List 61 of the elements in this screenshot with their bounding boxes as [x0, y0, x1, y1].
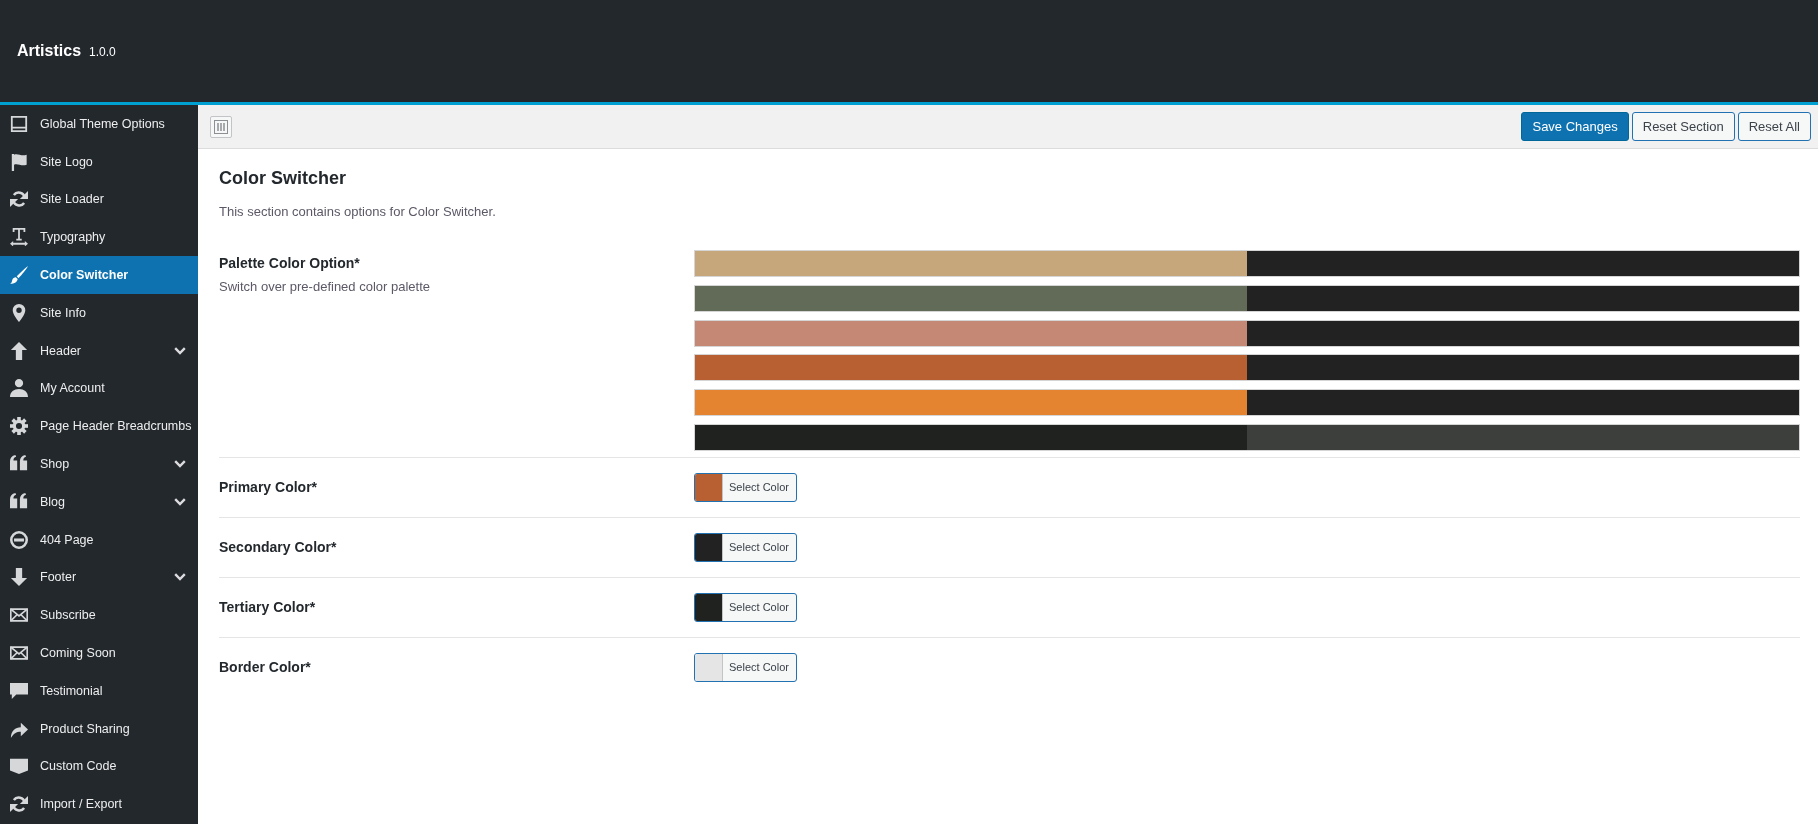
field-label: Tertiary Color* [219, 598, 317, 618]
sidebar-item[interactable]: Footer [0, 558, 198, 597]
sidebar-item[interactable]: Typography [0, 218, 198, 257]
sidebar-item[interactable]: Site Info [0, 294, 198, 332]
field-description: Switch over pre-defined color palette [219, 278, 431, 296]
select-color-button[interactable]: Select Color [694, 593, 797, 622]
select-color-button[interactable]: Select Color [694, 533, 797, 562]
sidebar-item[interactable]: Blog [0, 482, 198, 521]
refresh-icon [10, 795, 28, 814]
envelope-icon [10, 606, 28, 625]
palette-option[interactable] [694, 424, 1800, 451]
person-icon [10, 379, 28, 398]
field-label: Border Color* [219, 658, 312, 678]
field-label: Secondary Color* [219, 538, 338, 558]
app-title: Artistics [17, 42, 82, 60]
sidebar-item[interactable]: Shop [0, 445, 198, 483]
palette-option[interactable] [694, 284, 1800, 312]
quote-icon [10, 492, 28, 511]
grid-icon [214, 119, 228, 134]
sidebar-item[interactable]: Subscribe [0, 596, 198, 635]
sidebar-item[interactable]: Header [0, 331, 198, 370]
sidebar-item[interactable]: Site Logo [0, 142, 198, 181]
sidebar-item[interactable]: Testimonial [0, 671, 198, 710]
window-icon [10, 114, 28, 133]
sidebar-item[interactable]: Import / Export [0, 785, 198, 824]
layout-toggle-button[interactable] [210, 115, 232, 138]
refresh-icon [10, 190, 28, 209]
reset-button[interactable]: Reset Section [1631, 112, 1735, 141]
section-description: This section contains options for Color Switcher. [219, 203, 497, 221]
palette-option[interactable] [694, 389, 1800, 417]
sidebar-item[interactable]: Page Header Breadcrumbs [0, 407, 198, 446]
save-button[interactable]: Save Changes [1521, 112, 1629, 141]
field-label: Primary Color* [219, 478, 319, 498]
select-color-button[interactable]: Select Color [694, 473, 797, 502]
envelope-icon [10, 644, 28, 663]
sidebar-item[interactable]: Custom Code [0, 747, 198, 786]
sidebar-item[interactable]: Site Loader [0, 180, 198, 219]
speech-bubble-icon [10, 681, 28, 700]
minus-circle-icon [10, 530, 28, 549]
text-width-icon [10, 228, 28, 247]
palette-option[interactable] [694, 250, 1800, 277]
map-pin-icon [10, 303, 28, 322]
select-color-button[interactable]: Select Color [694, 653, 797, 682]
sidebar-item[interactable]: Product Sharing [0, 709, 198, 748]
sidebar-item[interactable]: Coming Soon [0, 634, 198, 672]
flag-icon [10, 152, 28, 171]
arrow-down-icon [10, 568, 28, 587]
sidebar-item[interactable]: My Account [0, 369, 198, 408]
reset-button[interactable]: Reset All [1737, 112, 1811, 141]
badge-icon [10, 757, 28, 776]
section-title: Color Switcher [219, 167, 348, 189]
brush-icon [10, 266, 28, 285]
sidebar-item[interactable]: 404 Page [0, 520, 198, 559]
field-label: Palette Color Option* [219, 254, 361, 273]
palette-option[interactable] [694, 354, 1800, 382]
arrow-up-icon [10, 341, 28, 360]
version-label: 1.0.0 [89, 45, 116, 59]
palette-option[interactable] [694, 319, 1800, 347]
sidebar-item[interactable]: Color Switcher [0, 256, 198, 294]
gear-icon [10, 417, 28, 436]
sidebar-item[interactable]: Global Theme Options [0, 105, 198, 143]
